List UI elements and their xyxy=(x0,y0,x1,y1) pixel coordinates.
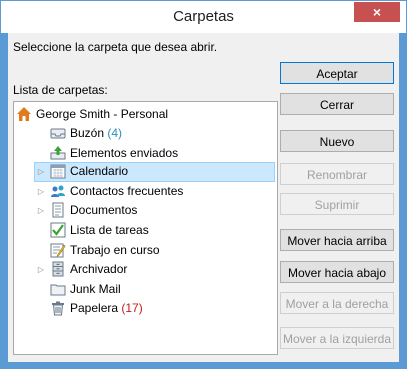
tree-item-label: Archivador xyxy=(70,262,128,276)
tree-item-label: Junk Mail xyxy=(70,282,121,296)
archive-icon xyxy=(50,261,66,277)
move-left-button[interactable]: Mover a la izquierda xyxy=(280,327,394,349)
tree-item-label: Buzón xyxy=(70,126,105,140)
expand-arrow-icon[interactable]: ▷ xyxy=(36,162,46,181)
expand-arrow-icon[interactable]: ▷ xyxy=(36,260,46,279)
close-icon: × xyxy=(372,4,382,20)
instruction-text: Seleccione la carpeta que desea abrir. xyxy=(13,40,218,54)
move-up-button[interactable]: Mover hacia arriba xyxy=(280,229,394,251)
rename-button[interactable]: Renombrar xyxy=(280,163,394,185)
tree-item-label: Elementos enviados xyxy=(70,146,179,160)
move-right-button[interactable]: Mover a la derecha xyxy=(280,292,394,314)
trash-icon xyxy=(50,300,66,316)
tree-item-label: Documentos xyxy=(70,203,138,217)
tasks-icon xyxy=(50,222,66,238)
new-folder-button[interactable]: Nuevo xyxy=(280,130,394,152)
item-count-badge: (17) xyxy=(121,301,143,315)
dialog-title: Carpetas xyxy=(173,8,234,25)
expand-arrow-icon[interactable]: ▷ xyxy=(36,201,46,220)
documents-icon xyxy=(50,202,66,218)
tree-item-label: Lista de tareas xyxy=(70,223,149,237)
tree-root-label: George Smith - Personal xyxy=(36,107,169,121)
expand-arrow-icon[interactable]: ▷ xyxy=(36,182,46,201)
folder-list-label: Lista de carpetas: xyxy=(13,83,108,97)
delete-button[interactable]: Suprimir xyxy=(280,193,394,215)
tree-item-label: Papelera xyxy=(70,301,119,315)
close-button[interactable]: Cerrar xyxy=(280,93,394,115)
home-icon xyxy=(16,106,32,122)
inbox-icon xyxy=(50,125,66,141)
dialog-body: Seleccione la carpeta que desea abrir. L… xyxy=(8,33,399,362)
folder-tree[interactable]: George Smith - Personal Buzón (4) Elemen… xyxy=(13,101,278,355)
accept-button[interactable]: Aceptar xyxy=(280,62,394,84)
folders-dialog: Carpetas × Seleccione la carpeta que des… xyxy=(0,0,407,369)
work-in-progress-icon xyxy=(50,242,66,258)
tree-item-label: Calendario xyxy=(70,164,129,178)
tree-item-label: Trabajo en curso xyxy=(70,243,160,257)
title-bar[interactable]: Carpetas × xyxy=(1,1,406,33)
sent-items-icon xyxy=(50,145,66,161)
calendar-icon xyxy=(50,163,66,179)
junk-mail-icon xyxy=(50,281,66,297)
unread-count-badge: (4) xyxy=(107,126,123,140)
contacts-icon xyxy=(50,183,66,199)
move-down-button[interactable]: Mover hacia abajo xyxy=(280,261,394,283)
tree-item-label: Contactos frecuentes xyxy=(70,184,184,198)
close-window-button[interactable]: × xyxy=(354,2,400,22)
